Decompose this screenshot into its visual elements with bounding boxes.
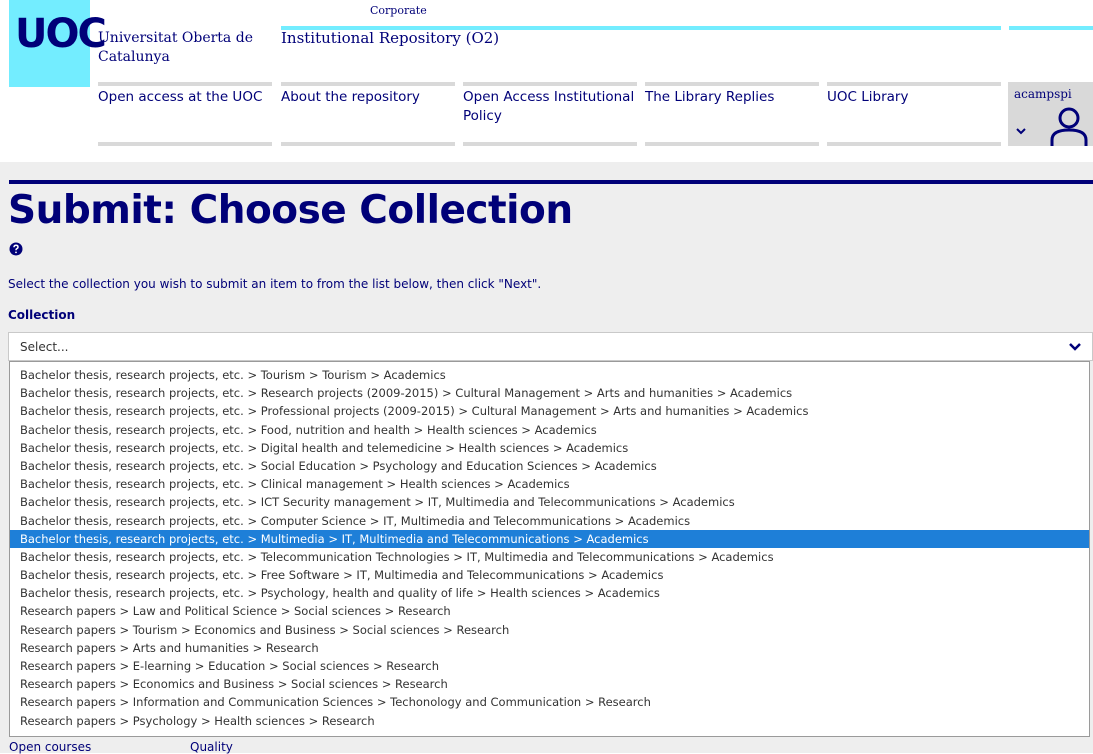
nav-divider — [645, 142, 819, 146]
collection-option[interactable]: Bachelor thesis, research projects, etc.… — [10, 584, 1089, 602]
select-value: Select... — [20, 340, 69, 354]
user-name: acampspi — [1014, 87, 1072, 101]
collection-option[interactable]: Research papers > Law and Political Scie… — [10, 602, 1089, 620]
chevron-down-icon — [1016, 128, 1026, 135]
collection-option[interactable]: Research papers > Information and Commun… — [10, 693, 1089, 711]
options-container: Bachelor thesis, research projects, etc.… — [10, 366, 1089, 730]
user-menu[interactable]: acampspi — [1008, 82, 1093, 146]
collection-option[interactable]: Research papers > Arts and humanities > … — [10, 639, 1089, 657]
repository-title[interactable]: Institutional Repository (O2) — [281, 29, 499, 47]
nav-divider — [463, 82, 637, 86]
question-circle-icon[interactable] — [9, 242, 23, 256]
collection-option[interactable]: Research papers > Psychology > Health sc… — [10, 712, 1089, 730]
nav-uoc-library[interactable]: UOC Library — [827, 88, 1002, 107]
user-icon — [1050, 107, 1088, 146]
collection-option[interactable]: Bachelor thesis, research projects, etc.… — [10, 548, 1089, 566]
header-accent-bar-right — [1009, 26, 1093, 30]
site-header: UOC Universitat Oberta de Catalunya Corp… — [0, 0, 1093, 162]
nav-divider — [463, 142, 637, 146]
collection-option[interactable]: Bachelor thesis, research projects, etc.… — [10, 457, 1089, 475]
collection-option[interactable]: Bachelor thesis, research projects, etc.… — [10, 439, 1089, 457]
nav-divider — [281, 82, 455, 86]
collection-option[interactable]: Bachelor thesis, research projects, etc.… — [10, 421, 1089, 439]
collection-option[interactable]: Bachelor thesis, research projects, etc.… — [10, 566, 1089, 584]
collection-label: Collection — [8, 308, 76, 322]
collection-option[interactable]: Bachelor thesis, research projects, etc.… — [10, 529, 1089, 548]
corporate-label: Corporate — [370, 4, 427, 17]
nav-library-replies[interactable]: The Library Replies — [645, 88, 820, 107]
footer-link-open-courses[interactable]: Open courses — [9, 740, 91, 754]
nav-oa-policy[interactable]: Open Access Institutional Policy — [463, 88, 638, 126]
nav-divider — [827, 82, 1001, 86]
nav-divider — [281, 142, 455, 146]
footer-link-quality[interactable]: Quality — [190, 740, 233, 754]
university-name[interactable]: Universitat Oberta de Catalunya — [98, 29, 268, 67]
main-content: Submit: Choose Collection Select the col… — [0, 162, 1093, 754]
uoc-logo[interactable]: UOC — [9, 0, 107, 87]
logo-text: UOC — [15, 11, 107, 57]
nav-divider — [98, 82, 272, 86]
chevron-down-icon — [1069, 343, 1081, 351]
collection-option[interactable]: Research papers > Tourism > Economics an… — [10, 621, 1089, 639]
collection-options-list[interactable]: Bachelor thesis, research projects, etc.… — [9, 361, 1090, 737]
collection-option[interactable]: Bachelor thesis, research projects, etc.… — [10, 475, 1089, 493]
collection-select[interactable]: Select... — [8, 332, 1093, 361]
collection-option[interactable]: Bachelor thesis, research projects, etc.… — [10, 402, 1089, 420]
footer-links: Open courses Quality — [0, 737, 1093, 754]
collection-option[interactable]: Research papers > E-learning > Education… — [10, 657, 1089, 675]
nav-divider — [98, 142, 272, 146]
nav-divider — [827, 142, 1001, 146]
collection-option[interactable]: Bachelor thesis, research projects, etc.… — [10, 512, 1089, 530]
collection-option[interactable]: Research papers > Economics and Business… — [10, 675, 1089, 693]
nav-divider — [645, 82, 819, 86]
title-rule — [9, 180, 1093, 184]
page-title: Submit: Choose Collection — [8, 188, 573, 233]
nav-open-access[interactable]: Open access at the UOC — [98, 88, 273, 107]
instructions-text: Select the collection you wish to submit… — [8, 277, 542, 291]
collection-option[interactable]: Bachelor thesis, research projects, etc.… — [10, 384, 1089, 402]
collection-option[interactable]: Bachelor thesis, research projects, etc.… — [10, 493, 1089, 511]
nav-about-repository[interactable]: About the repository — [281, 88, 456, 107]
collection-option[interactable]: Bachelor thesis, research projects, etc.… — [10, 366, 1089, 384]
